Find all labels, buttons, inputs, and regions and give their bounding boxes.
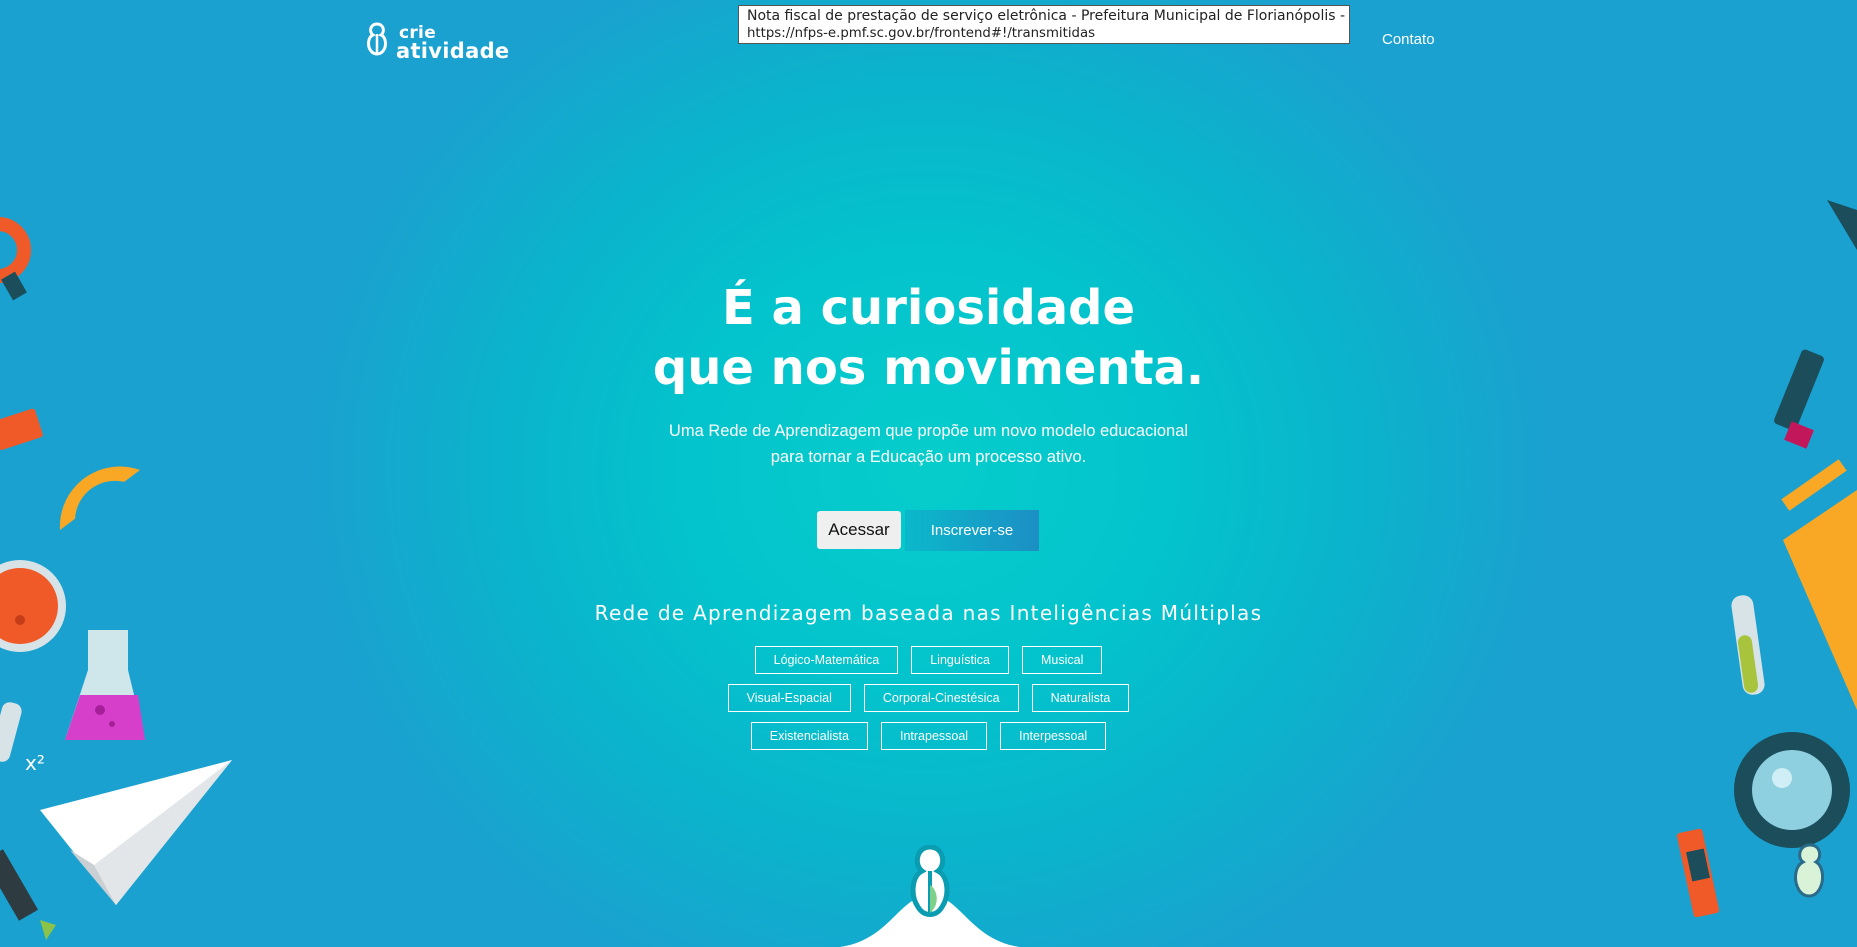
crayon-icon [0, 849, 56, 940]
link-tooltip: Nota fiscal de prestação de serviço elet… [738, 5, 1350, 44]
intelligences-title: Rede de Aprendizagem baseada nas Intelig… [594, 601, 1263, 625]
tooltip-url: https://nfps-e.pmf.sc.gov.br/frontend#!/… [747, 26, 1096, 41]
tag-naturalista[interactable]: Naturalista [1031, 684, 1130, 712]
headline-line-1: É a curiosidade [721, 280, 1135, 336]
tag-row: Visual-Espacial Corporal-Cinestésica Nat… [0, 684, 1857, 712]
hero-section: crie atividade Contato x² É a curiosidad… [0, 0, 1857, 947]
bottom-logo-mound [840, 845, 1020, 947]
tag-intrapessoal[interactable]: Intrapessoal [880, 722, 988, 750]
tag-row: Existencialista Intrapessoal Interpessoa… [0, 722, 1857, 750]
paper-plane-icon [40, 760, 232, 905]
tag-interpessoal[interactable]: Interpessoal [1000, 722, 1107, 750]
left-decorations: x² [0, 217, 232, 940]
subtitle-line-1: Uma Rede de Aprendizagem que propõe um n… [668, 422, 1189, 440]
signup-button[interactable]: Inscrever-se [905, 510, 1039, 551]
logo-line-2: atividade [396, 39, 510, 63]
protractor-icon [59, 466, 140, 530]
triangle-ruler-icon [1827, 200, 1857, 250]
subtitle-line-2: para tornar a Educação um processo ativo… [770, 448, 1087, 466]
tag-visual-espacial[interactable]: Visual-Espacial [727, 684, 851, 712]
crayon-icon [1676, 828, 1720, 918]
tag-corporal-cinestesica[interactable]: Corporal-Cinestésica [863, 684, 1019, 712]
site-logo[interactable]: crie atividade [364, 22, 509, 62]
tag-existencialista[interactable]: Existencialista [750, 722, 868, 750]
tag-musical[interactable]: Musical [1022, 646, 1103, 674]
logo-violin-icon [367, 22, 387, 56]
tooltip-title: Nota fiscal de prestação de serviço elet… [747, 8, 1350, 24]
tag-linguistica[interactable]: Linguística [911, 646, 1009, 674]
logo-text: crie atividade [396, 24, 510, 63]
violin-logo-icon [1794, 843, 1825, 898]
tag-row: Lógico-Matemática Linguística Musical [0, 646, 1857, 674]
login-button[interactable]: Acessar [817, 511, 901, 549]
hero-subtitle: Uma Rede de Aprendizagem que propõe um n… [0, 418, 1857, 470]
headline-line-2: que nos movimenta. [652, 340, 1205, 396]
nav-link-contato[interactable]: Contato [1382, 31, 1435, 48]
tag-logico-matematica[interactable]: Lógico-Matemática [754, 646, 899, 674]
page-headline: É a curiosidade que nos movimenta. [0, 278, 1857, 398]
intelligence-tags: Lógico-Matemática Linguística Musical Vi… [0, 646, 1857, 760]
